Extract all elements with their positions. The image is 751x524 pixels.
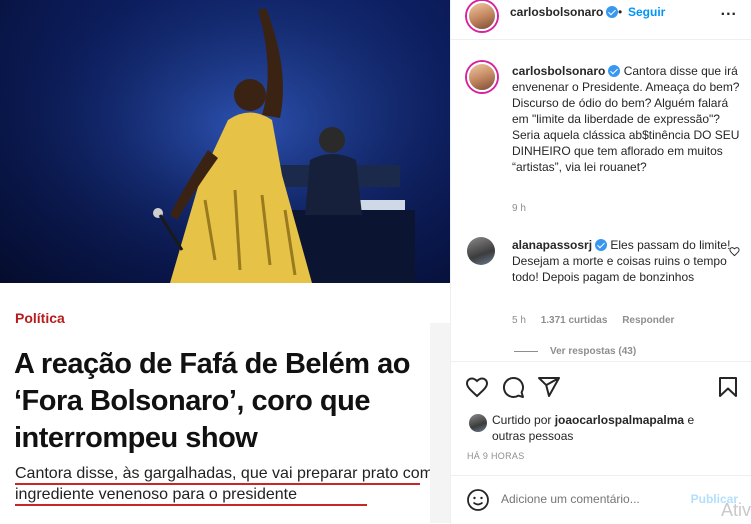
- replies-dash: [514, 350, 538, 352]
- bookmark-icon[interactable]: [716, 375, 740, 399]
- commenter-avatar[interactable]: [467, 237, 495, 265]
- comments-section[interactable]: carlosbolsonaro Cantora disse que irá en…: [451, 41, 751, 361]
- add-comment-bar: Publicar: [451, 475, 751, 524]
- article-scrollbar: [430, 323, 450, 523]
- view-replies-button[interactable]: Ver respostas (43): [514, 346, 636, 357]
- comment-username[interactable]: alanapassosrj: [512, 238, 592, 252]
- liked-by-others[interactable]: outras pessoas: [492, 429, 573, 443]
- liked-by-suffix: e: [687, 413, 695, 427]
- reply-button[interactable]: Responder: [622, 315, 674, 326]
- article-category: Política: [15, 310, 65, 326]
- caption: carlosbolsonaro Cantora disse que irá en…: [512, 63, 740, 175]
- caption-text: Cantora disse que irá envenenar o Presid…: [512, 64, 740, 174]
- liker-avatar[interactable]: [469, 414, 487, 432]
- comment-icon[interactable]: [501, 375, 525, 399]
- heart-icon[interactable]: [465, 375, 489, 399]
- post-image[interactable]: Política A reação de Fafá de Belém ao ‘F…: [0, 0, 450, 524]
- post-header: carlosbolsonaro • Seguir ...: [451, 0, 751, 40]
- header-separator: •: [618, 5, 623, 19]
- post-actions: [451, 361, 751, 407]
- concert-photo: [0, 0, 450, 283]
- comment-time[interactable]: 5 h: [512, 315, 526, 326]
- activation-watermark: Ativ: [720, 500, 751, 520]
- underline-2: [15, 504, 367, 506]
- liked-by: Curtido por joaocarlospalmapalma e outra…: [451, 407, 751, 447]
- caption-time-text[interactable]: 9 h: [512, 203, 526, 214]
- liked-by-user[interactable]: joaocarlospalmapalma: [555, 413, 684, 427]
- comment-likes[interactable]: 1.371 curtidas: [541, 315, 608, 326]
- liked-by-text[interactable]: Curtido por joaocarlospalmapalma e outra…: [492, 412, 712, 444]
- underline-1: [15, 483, 420, 485]
- comment: alanapassosrj Eles passam do limite! Des…: [512, 237, 740, 285]
- comment-like-heart-icon[interactable]: [729, 246, 740, 257]
- article-headline: A reação de Fafá de Belém ao ‘Fora Bolso…: [14, 348, 410, 454]
- verified-badge-icon: [595, 239, 608, 251]
- news-article: Política A reação de Fafá de Belém ao ‘F…: [0, 283, 450, 524]
- author-avatar[interactable]: [467, 1, 497, 31]
- comment-input[interactable]: [501, 492, 681, 506]
- verified-badge-icon: [606, 6, 619, 18]
- caption-username[interactable]: carlosbolsonaro: [512, 64, 605, 78]
- concert-photo-illustration: [0, 0, 450, 283]
- more-options-icon[interactable]: ...: [721, 2, 737, 20]
- verified-badge-icon: [608, 65, 621, 77]
- view-replies-text[interactable]: Ver respostas (43): [550, 346, 636, 357]
- post-time[interactable]: HÁ 9 HORAS: [467, 451, 525, 461]
- share-icon[interactable]: [537, 375, 561, 399]
- follow-button[interactable]: Seguir: [628, 5, 665, 19]
- author-username-text[interactable]: carlosbolsonaro: [510, 5, 603, 19]
- caption-time: 9 h: [512, 203, 538, 214]
- author-username[interactable]: carlosbolsonaro: [510, 5, 619, 19]
- post-sidebar: carlosbolsonaro • Seguir ... carlosbolso…: [450, 0, 751, 524]
- caption-avatar[interactable]: [467, 62, 497, 92]
- liked-by-prefix: Curtido por: [492, 413, 552, 427]
- comment-meta: 5 h 1.371 curtidas Responder: [512, 315, 686, 326]
- emoji-icon[interactable]: [466, 488, 490, 512]
